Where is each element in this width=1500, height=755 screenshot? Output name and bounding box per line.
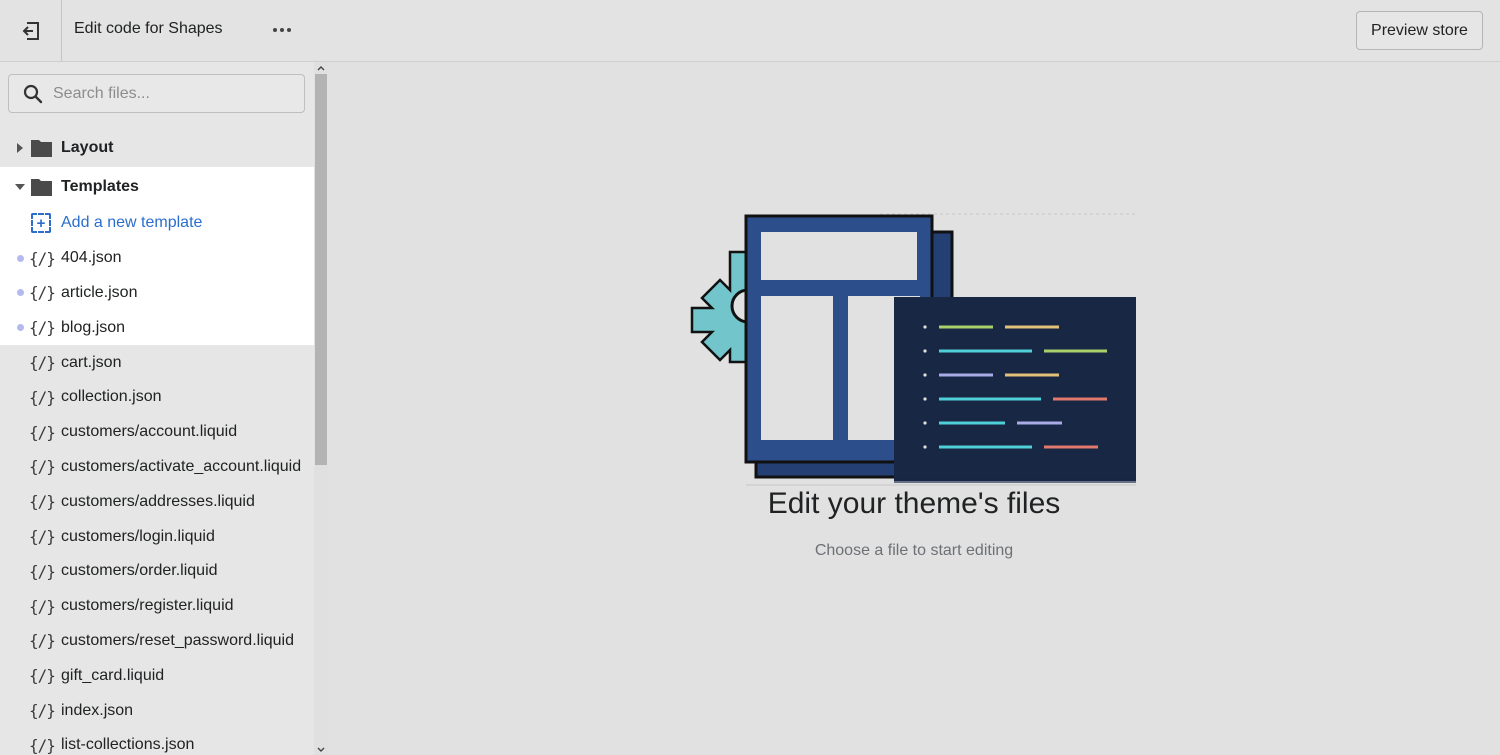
code-file-icon: {/} (29, 387, 56, 407)
folder-label: Layout (61, 138, 114, 156)
code-file-icon: {/} (29, 527, 56, 547)
code-file-icon: {/} (29, 492, 56, 512)
file-item[interactable]: {/} customers/login.liquid (0, 519, 314, 554)
page-title: Edit code for Shapes (74, 20, 223, 37)
empty-state-subtitle: Choose a file to start editing (814, 542, 1014, 559)
modified-dot-icon (17, 289, 24, 297)
file-name: customers/login.liquid (61, 527, 215, 545)
file-name: blog.json (61, 318, 126, 336)
file-name: customers/activate_account.liquid (61, 457, 302, 475)
folder-templates[interactable]: Templates (0, 167, 314, 206)
preview-store-button[interactable]: Preview store (1356, 11, 1483, 50)
file-item[interactable]: {/} index.json (0, 693, 314, 728)
folder-label: Templates (61, 177, 139, 195)
code-file-icon: {/} (29, 318, 56, 338)
caret-down-icon[interactable] (15, 183, 25, 190)
code-file-icon: {/} (29, 631, 56, 651)
file-tree: Layout Templates + Add a new template {/… (0, 128, 314, 755)
file-name: index.json (61, 701, 134, 719)
file-item[interactable]: {/} cart.json (0, 345, 314, 380)
editor-area: Edit your theme's files Choose a file to… (328, 62, 1500, 755)
folder-icon (31, 178, 52, 196)
file-name: customers/account.liquid (61, 423, 238, 441)
ellipsis-dot (287, 28, 291, 32)
ellipsis-dot (280, 28, 284, 32)
search-input[interactable] (53, 84, 283, 103)
exit-arrow-icon (22, 21, 39, 40)
file-item[interactable]: {/} customers/account.liquid (0, 415, 314, 450)
code-file-icon: {/} (29, 248, 56, 268)
file-item[interactable]: {/} list-collections.json (0, 728, 314, 755)
file-sidebar: Layout Templates + Add a new template {/… (0, 62, 314, 755)
file-item[interactable]: {/} gift_card.liquid (0, 658, 314, 693)
exit-button[interactable] (0, 0, 62, 61)
add-file-icon: + (31, 213, 51, 234)
folder-icon (31, 139, 52, 157)
top-bar: Edit code for Shapes Preview store (0, 0, 1500, 62)
modified-dot-icon (17, 254, 24, 262)
file-name: 404.json (61, 249, 122, 267)
file-item[interactable]: {/} customers/register.liquid (0, 589, 314, 624)
file-item[interactable]: {/} customers/addresses.liquid (0, 484, 314, 519)
code-file-icon: {/} (29, 666, 56, 686)
code-file-icon: {/} (29, 457, 56, 477)
code-file-icon: {/} (29, 422, 56, 442)
file-item[interactable]: {/} article.json (0, 275, 314, 311)
scroll-up-button[interactable] (314, 62, 328, 74)
file-name: customers/addresses.liquid (61, 492, 255, 510)
code-file-icon: {/} (29, 283, 56, 303)
search-icon (23, 84, 43, 103)
file-item[interactable]: {/} 404.json (0, 240, 314, 276)
code-file-icon: {/} (29, 735, 56, 755)
file-item[interactable]: {/} customers/reset_password.liquid (0, 624, 314, 659)
file-item[interactable]: {/} blog.json (0, 310, 314, 346)
code-file-icon: {/} (29, 596, 56, 616)
file-item[interactable]: {/} collection.json (0, 380, 314, 415)
scroll-thumb[interactable] (315, 74, 327, 465)
chevron-up-icon (317, 65, 325, 70)
more-actions-button[interactable] (266, 18, 298, 42)
file-name: customers/order.liquid (61, 562, 218, 580)
file-item[interactable]: {/} customers/activate_account.liquid (0, 450, 314, 485)
modified-dot-icon (17, 324, 24, 332)
search-field[interactable] (8, 74, 305, 113)
code-file-icon: {/} (29, 701, 56, 721)
caret-right-icon[interactable] (17, 142, 23, 153)
folder-layout[interactable]: Layout (0, 128, 314, 167)
theme-files-illustration (690, 213, 1136, 486)
scroll-down-button[interactable] (314, 743, 328, 755)
file-name: customers/reset_password.liquid (61, 631, 294, 649)
file-name: gift_card.liquid (61, 666, 165, 684)
code-file-icon: {/} (29, 561, 56, 581)
file-name: list-collections.json (61, 736, 195, 754)
file-name: article.json (61, 283, 138, 301)
code-file-icon: {/} (29, 353, 56, 373)
chevron-down-icon (317, 747, 325, 752)
add-template-link[interactable]: + Add a new template (0, 206, 314, 241)
file-name: customers/register.liquid (61, 597, 234, 615)
gear-icon (690, 250, 750, 364)
add-template-label: Add a new template (61, 214, 203, 232)
empty-state-title: Edit your theme's files (767, 487, 1061, 520)
file-item[interactable]: {/} customers/order.liquid (0, 554, 314, 589)
ellipsis-icon (273, 28, 277, 32)
file-name: cart.json (61, 353, 122, 371)
file-name: collection.json (61, 388, 162, 406)
sidebar-scrollbar[interactable] (314, 62, 328, 755)
